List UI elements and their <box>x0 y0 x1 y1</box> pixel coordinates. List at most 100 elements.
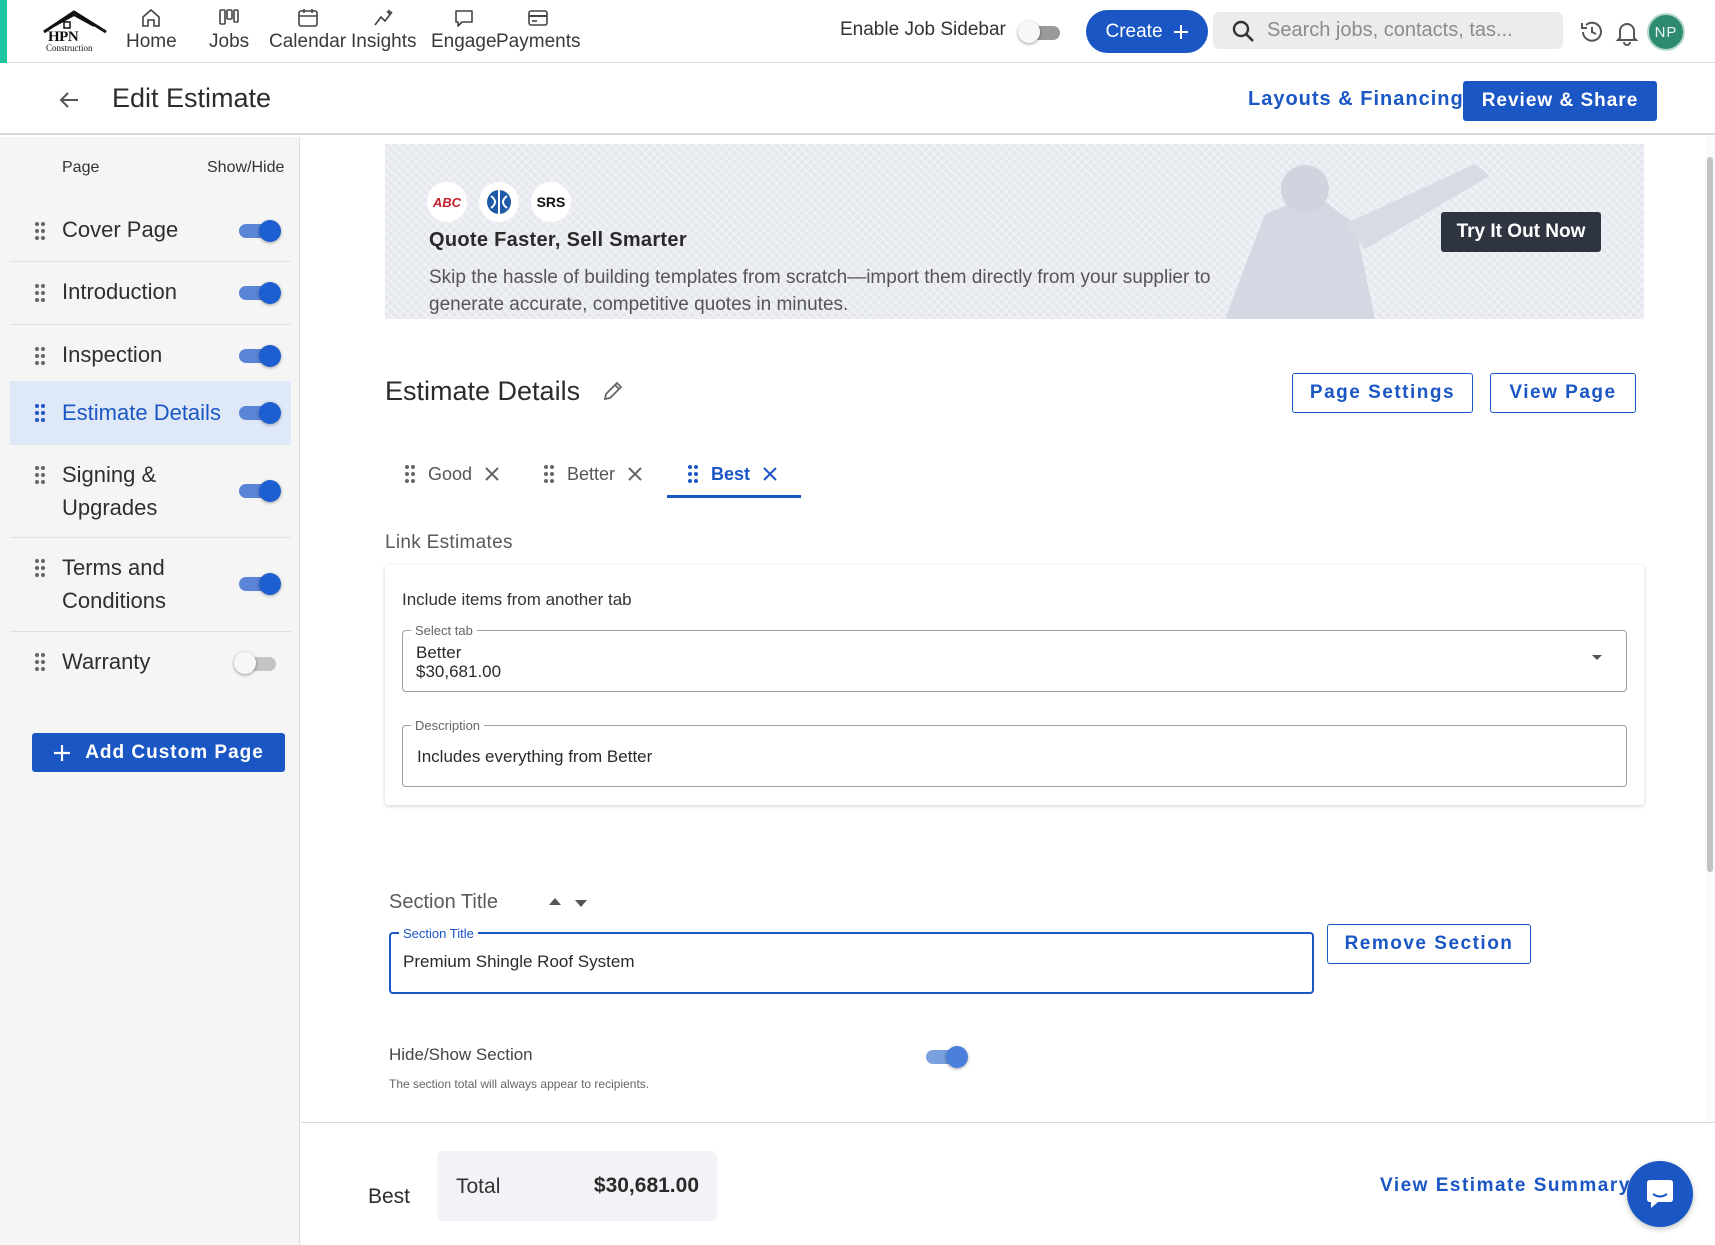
drag-handle-icon[interactable] <box>404 464 416 484</box>
back-arrow-icon[interactable] <box>56 87 82 113</box>
move-section-down-icon[interactable] <box>575 900 587 907</box>
sidebar-item-estimate-details[interactable]: Estimate Details <box>10 381 291 445</box>
select-tab-dropdown[interactable]: Select tab Better $30,681.00 <box>402 623 1627 692</box>
drag-handle-icon[interactable] <box>34 283 46 303</box>
drag-handle-icon[interactable] <box>34 558 46 578</box>
total-value: $30,681.00 <box>593 1174 699 1197</box>
try-it-out-button[interactable]: Try It Out Now <box>1441 212 1601 252</box>
nav-payments-label: Payments <box>496 31 581 52</box>
create-button[interactable]: Create <box>1086 10 1208 53</box>
footer-tab-name: Best <box>368 1185 411 1208</box>
estimate-details-toggle[interactable] <box>239 400 281 424</box>
introduction-toggle[interactable] <box>239 280 281 304</box>
tab-label: Better <box>567 463 616 484</box>
section-title-field[interactable]: Section Title <box>389 926 1314 994</box>
drag-handle-icon[interactable] <box>34 221 46 241</box>
page-title: Edit Estimate <box>112 83 272 113</box>
sidebar-item-label: Estimate Details <box>62 400 221 425</box>
srs-logo: SRS <box>531 182 571 222</box>
sidebar-item-cover-page[interactable]: Cover Page <box>10 199 291 262</box>
nav-engage[interactable]: Engage <box>431 6 497 58</box>
drag-handle-icon[interactable] <box>687 464 699 484</box>
search-icon <box>1232 20 1254 42</box>
sidebar-item-label: Inspection <box>62 342 163 367</box>
signing-upgrades-toggle[interactable] <box>239 478 281 502</box>
drag-handle-icon[interactable] <box>34 652 46 672</box>
section-title-input[interactable] <box>403 952 1283 972</box>
search-input[interactable] <box>1267 19 1557 42</box>
global-search[interactable] <box>1213 12 1563 49</box>
history-icon[interactable] <box>1578 18 1606 46</box>
description-field[interactable]: Description Includes everything from Bet… <box>402 718 1627 787</box>
sidebar-item-inspection[interactable]: Inspection <box>10 325 291 388</box>
home-icon <box>142 8 161 27</box>
drag-handle-icon[interactable] <box>34 403 46 423</box>
sidebar-item-warranty[interactable]: Warranty <box>10 632 291 695</box>
hide-show-section-toggle[interactable] <box>926 1044 968 1068</box>
close-icon[interactable] <box>627 466 643 482</box>
support-chat-button[interactable] <box>1627 1161 1693 1227</box>
jobs-icon <box>219 9 239 25</box>
drag-handle-icon[interactable] <box>34 346 46 366</box>
view-estimate-summary-link[interactable]: View Estimate Summary <box>1380 1175 1631 1197</box>
tab-label: Best <box>711 463 751 484</box>
inspection-toggle[interactable] <box>239 343 281 367</box>
estimate-footer: Best Total $30,681.00 View Estimate Summ… <box>301 1122 1715 1245</box>
main-scrollbar[interactable] <box>1705 137 1715 1122</box>
payments-icon <box>528 10 549 26</box>
link-estimates-heading: Link Estimates <box>385 532 513 553</box>
drag-handle-icon[interactable] <box>543 464 555 484</box>
scrollbar-thumb[interactable] <box>1707 157 1713 872</box>
tab-best[interactable]: Best <box>687 450 778 498</box>
tab-good[interactable]: Good <box>404 450 500 498</box>
nav-jobs[interactable]: Jobs <box>209 6 249 58</box>
review-share-button[interactable]: Review & Share <box>1463 81 1657 121</box>
cover-page-toggle[interactable] <box>239 218 281 242</box>
pencil-icon[interactable] <box>601 379 625 403</box>
layouts-financing-link[interactable]: Layouts & Financing <box>1248 88 1464 111</box>
total-box: Total $30,681.00 <box>437 1151 717 1221</box>
nav-calendar[interactable]: Calendar <box>269 6 346 58</box>
nav-insights[interactable]: Insights <box>351 6 416 58</box>
view-page-button[interactable]: View Page <box>1490 373 1636 413</box>
nav-home[interactable]: Home <box>126 6 177 58</box>
description-value: Includes everything from Better <box>417 747 653 766</box>
warranty-toggle[interactable] <box>234 651 278 674</box>
page-settings-button[interactable]: Page Settings <box>1292 373 1473 413</box>
supplier-globe-logo <box>479 182 519 222</box>
bell-icon[interactable] <box>1613 18 1641 46</box>
sidebar-item-signing-upgrades[interactable]: Signing & Upgrades <box>10 445 291 538</box>
toggle-thumb <box>259 573 281 595</box>
user-avatar[interactable]: NP <box>1647 13 1685 51</box>
remove-section-button[interactable]: Remove Section <box>1327 924 1531 964</box>
page-sidebar: Page Show/Hide Cover Page Introduction I… <box>0 137 300 1245</box>
select-tab-label: Select tab <box>411 623 477 638</box>
nav-payments[interactable]: Payments <box>496 6 580 58</box>
tab-better[interactable]: Better <box>543 450 643 498</box>
accent-strip <box>0 0 7 63</box>
move-section-up-icon[interactable] <box>549 898 561 905</box>
estimate-details-heading: Estimate Details <box>385 376 581 406</box>
close-icon[interactable] <box>762 466 778 482</box>
top-app-bar: HPN Construction Home Jobs Calendar Insi… <box>0 0 1715 63</box>
srs-logo-text: SRS <box>536 194 566 210</box>
sidebar-item-introduction[interactable]: Introduction <box>10 262 291 325</box>
terms-conditions-toggle[interactable] <box>239 571 281 595</box>
sidebar-item-terms-conditions[interactable]: Terms and Conditions <box>10 538 291 632</box>
promo-text: Skip the hassle of building templates fr… <box>429 267 1211 315</box>
toggle-thumb <box>259 480 281 502</box>
insights-icon <box>374 9 393 26</box>
toggle-thumb <box>259 282 281 304</box>
job-sidebar-toggle[interactable] <box>1018 20 1062 43</box>
company-logo[interactable]: HPN Construction <box>40 8 110 54</box>
nav-jobs-label: Jobs <box>209 31 250 52</box>
hide-show-section-label: Hide/Show Section <box>389 1045 533 1064</box>
close-icon[interactable] <box>484 466 500 482</box>
drag-handle-icon[interactable] <box>34 465 46 485</box>
nav-home-label: Home <box>126 31 177 52</box>
nav-insights-label: Insights <box>351 31 417 52</box>
add-custom-page-button[interactable]: Add Custom Page <box>32 733 285 772</box>
add-custom-page-label: Add Custom Page <box>85 741 264 763</box>
sidebar-item-label: Introduction <box>62 279 177 304</box>
select-tab-amount: $30,681.00 <box>416 662 502 681</box>
